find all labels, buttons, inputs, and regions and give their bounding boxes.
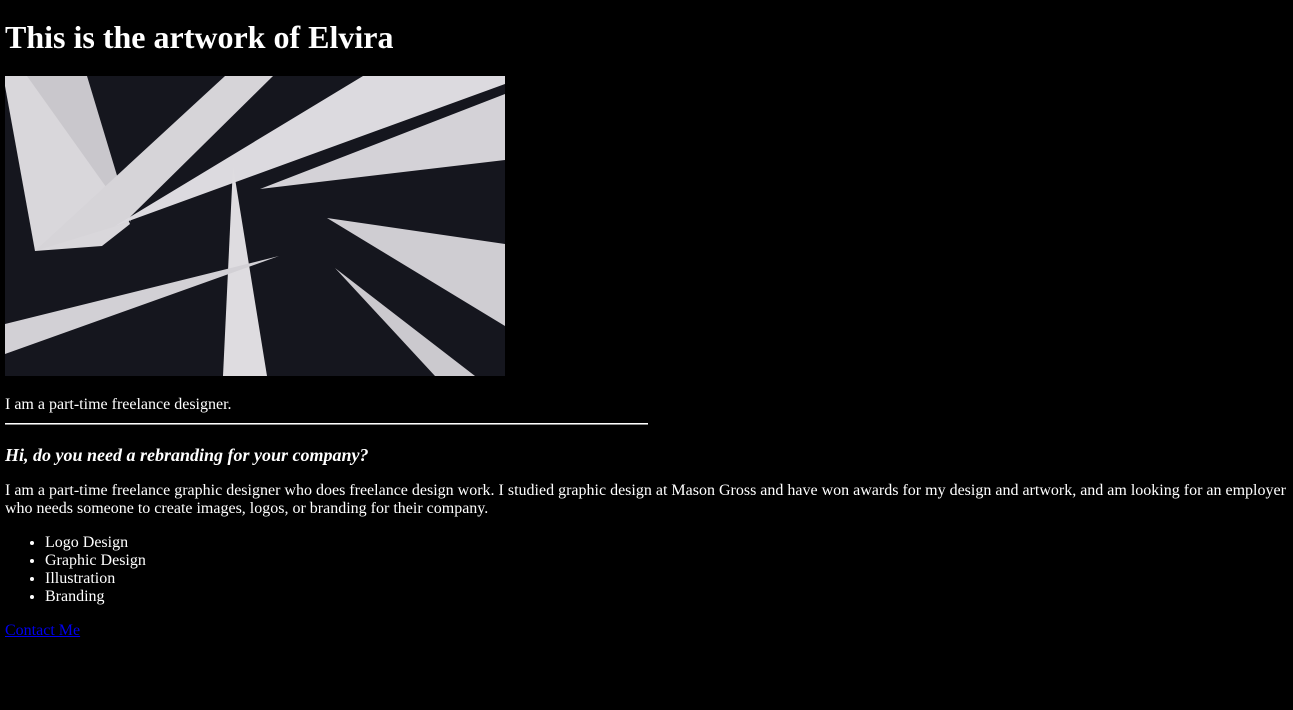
services-list: Logo Design Graphic Design Illustration … [5,534,1288,606]
list-item: Branding [45,588,1288,606]
divider [5,423,648,425]
subheading: Hi, do you need a rebranding for your co… [5,445,369,465]
contact-link[interactable]: Contact Me [5,622,80,639]
bio-paragraph: I am a part-time freelance graphic desig… [5,482,1286,517]
tagline: I am a part-time freelance designer. [5,396,232,413]
artwork-illustration [5,76,505,376]
list-item: Logo Design [45,534,1288,552]
list-item: Graphic Design [45,552,1288,570]
contact-paragraph: Contact Me [5,622,1288,640]
artwork-image [5,76,505,376]
list-item: Illustration [45,570,1288,588]
page-container: This is the artwork of Elvira I am a par… [0,19,1293,640]
page-title: This is the artwork of Elvira [5,19,394,55]
